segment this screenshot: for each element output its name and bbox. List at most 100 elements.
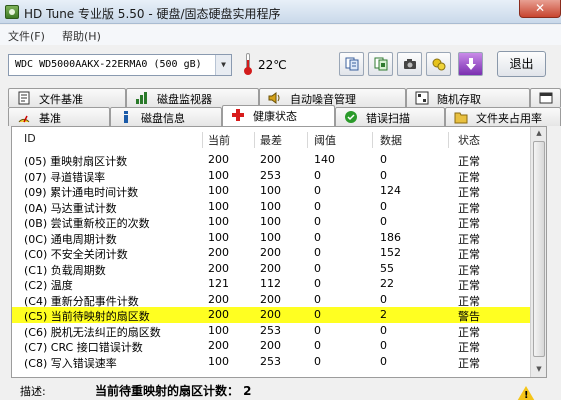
cell-current: 200 (208, 261, 229, 275)
tab-health[interactable]: 健康状态 (222, 105, 335, 126)
cell-data: 152 (380, 246, 401, 259)
tab-file-benchmark[interactable]: 文件基准 (8, 88, 126, 107)
info-icon (124, 111, 128, 123)
cell-worst: 200 (260, 292, 281, 306)
table-body: (05) 重映射扇区计数 200 200 140 0 正常 (07) 寻道错误率 100 253… (12, 152, 532, 370)
scroll-up-icon[interactable]: ▲ (531, 127, 546, 140)
cell-threshold: 0 (314, 292, 321, 306)
warning-icon: ! (516, 386, 536, 400)
table-row-warning[interactable]: (C5) 当前待映射的扇区数 200 200 0 2 警告 (12, 307, 532, 323)
cell-data: 22 (380, 277, 394, 290)
cell-threshold: 0 (314, 246, 321, 259)
cell-current: 200 (208, 308, 229, 321)
tab-label: 磁盘信息 (141, 112, 185, 125)
table-row[interactable]: (C4) 重新分配事件计数 200 200 0 0 正常 (12, 292, 532, 308)
options-button[interactable] (426, 52, 451, 76)
random-access-icon (415, 91, 429, 105)
menu-bar: 文件(F) 帮助(H) (0, 25, 561, 45)
cell-current: 100 (208, 199, 229, 213)
screenshot-button[interactable] (397, 52, 422, 76)
exit-button[interactable]: 退出 (497, 51, 546, 77)
cell-current: 121 (208, 277, 229, 290)
table-row[interactable]: (C6) 脱机无法纠正的扇区数 100 253 0 0 正常 (12, 323, 532, 339)
cell-worst: 112 (260, 277, 281, 290)
tab-label: 基准 (39, 112, 61, 125)
download-button[interactable] (458, 52, 483, 76)
table-row[interactable]: (0C) 通电周期计数 100 100 0 186 正常 (12, 230, 532, 246)
cell-data: 0 (380, 323, 387, 337)
menu-file[interactable]: 文件(F) (8, 28, 45, 44)
table-row[interactable]: (0B) 尝试重新校正的次数 100 100 0 0 正常 (12, 214, 532, 230)
cell-data: 0 (380, 153, 387, 166)
column-header-worst[interactable]: 最差 (260, 132, 282, 148)
cell-threshold: 0 (314, 261, 321, 275)
cell-threshold: 0 (314, 199, 321, 213)
scrollbar-thumb[interactable] (533, 141, 545, 357)
table-row[interactable]: (C7) CRC 接口错误计数 200 200 0 0 正常 (12, 338, 532, 354)
drive-select-value: WDC WD5000AAKX-22ERMA0 (500 gB) (15, 59, 202, 70)
cell-current: 200 (208, 153, 229, 166)
cell-worst: 200 (260, 339, 281, 352)
table-row[interactable]: (C8) 写入错误速率 100 253 0 0 正常 (12, 354, 532, 370)
cell-threshold: 140 (314, 153, 335, 166)
column-header-data[interactable]: 数据 (380, 132, 402, 148)
copy-info-icon (345, 57, 359, 71)
tab-error-scan[interactable]: 错误扫描 (335, 107, 445, 126)
error-scan-icon (345, 111, 357, 123)
cell-status: 正常 (458, 356, 480, 370)
table-row[interactable]: (C2) 温度 121 112 0 22 正常 (12, 276, 532, 292)
copy-info-button[interactable] (339, 52, 364, 76)
table-row[interactable]: (09) 累计通电时间计数 100 100 0 124 正常 (12, 183, 532, 199)
tab-disk-info[interactable]: 磁盘信息 (110, 107, 222, 126)
column-header-current[interactable]: 当前 (208, 132, 230, 148)
copy-screen-button[interactable] (368, 52, 393, 76)
table-row[interactable]: (0A) 马达重试计数 100 100 0 0 正常 (12, 199, 532, 215)
cell-worst: 253 (260, 323, 281, 337)
vertical-scrollbar[interactable]: ▲ ▼ (530, 127, 546, 377)
column-header-id[interactable]: ID (24, 132, 36, 145)
column-header-threshold[interactable]: 阈值 (314, 132, 336, 148)
chevron-down-icon[interactable]: ▼ (215, 55, 231, 75)
toolbar: WDC WD5000AAKX-22ERMA0 (500 gB) ▼ 22℃ 退出 (0, 46, 561, 84)
file-benchmark-icon (18, 91, 30, 105)
menu-help[interactable]: 帮助(H) (62, 28, 101, 44)
window-title: HD Tune 专业版 5.50 - 硬盘/固态硬盘实用程序 (24, 7, 281, 21)
options-icon (432, 58, 446, 71)
cell-current: 100 (208, 215, 229, 228)
scroll-down-icon[interactable]: ▼ (531, 363, 546, 376)
cell-threshold: 0 (314, 168, 321, 182)
tab-extra[interactable] (530, 88, 561, 107)
table-row[interactable]: (C0) 不安全关闭计数 200 200 0 152 正常 (12, 245, 532, 261)
cell-worst: 253 (260, 168, 281, 182)
cell-data: 55 (380, 261, 394, 275)
cell-worst: 200 (260, 261, 281, 275)
tab-folder-usage[interactable]: 文件夹占用率 (445, 107, 561, 126)
tab-label: 文件夹占用率 (476, 112, 542, 125)
cell-data: 0 (380, 168, 387, 182)
tab-label: 随机存取 (437, 93, 481, 106)
cell-current: 200 (208, 339, 229, 352)
cell-current: 200 (208, 292, 229, 306)
temperature-readout: 22℃ (258, 58, 287, 72)
tab-benchmark[interactable]: 基准 (8, 107, 110, 126)
smart-table: ID 当前 最差 阈值 数据 状态 (05) 重映射扇区计数 200 200 140 0… (11, 126, 547, 378)
cell-worst: 100 (260, 215, 281, 228)
tab-label: 健康状态 (253, 110, 297, 123)
drive-select[interactable]: WDC WD5000AAKX-22ERMA0 (500 gB) ▼ (8, 54, 232, 76)
cell-threshold: 0 (314, 339, 321, 352)
table-row[interactable]: (07) 寻道错误率 100 253 0 0 正常 (12, 168, 532, 184)
tab-random-access[interactable]: 随机存取 (406, 88, 530, 107)
camera-icon (404, 59, 416, 69)
column-header-status[interactable]: 状态 (458, 132, 480, 148)
hdtune-app-icon (5, 5, 19, 19)
table-header: ID 当前 最差 阈值 数据 状态 (12, 132, 532, 148)
tab-label: 错误扫描 (366, 112, 410, 125)
folder-icon (454, 112, 468, 124)
table-row[interactable]: (05) 重映射扇区计数 200 200 140 0 正常 (12, 152, 532, 168)
table-row[interactable]: (C1) 负载周期数 200 200 0 55 正常 (12, 261, 532, 277)
cell-threshold: 0 (314, 230, 321, 244)
window-close-button[interactable]: ✕ (519, 0, 561, 18)
cell-data: 0 (380, 199, 387, 213)
cell-data: 0 (380, 354, 387, 368)
cell-data: 0 (380, 215, 387, 228)
